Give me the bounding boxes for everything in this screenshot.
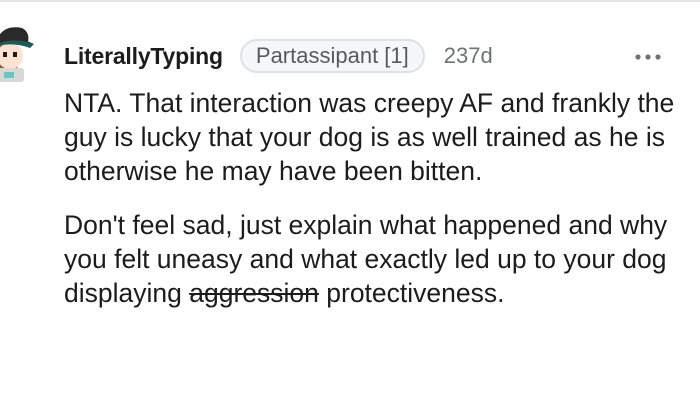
user-avatar[interactable] — [0, 20, 38, 86]
struck-word: aggression — [189, 278, 319, 308]
more-options-button[interactable] — [634, 49, 662, 60]
paragraph-2-ending: protectiveness. — [326, 278, 505, 308]
comment-age[interactable]: 237d — [444, 43, 493, 69]
username[interactable]: LiterallyTyping — [64, 43, 223, 70]
snoo-avatar-icon — [0, 27, 34, 82]
more-options-icon — [635, 54, 661, 60]
comment-paragraph-2: Don't feel sad, just explain what happen… — [64, 208, 684, 310]
comment-paragraph-1: NTA. That interaction was creepy AF and … — [64, 88, 675, 186]
comment-header: LiterallyTyping Partassipant [1] 237d — [64, 36, 493, 76]
user-flair: Partassipant [1] — [239, 39, 425, 73]
top-border — [0, 0, 700, 2]
comment-body: NTA. That interaction was creepy AF and … — [64, 86, 684, 310]
